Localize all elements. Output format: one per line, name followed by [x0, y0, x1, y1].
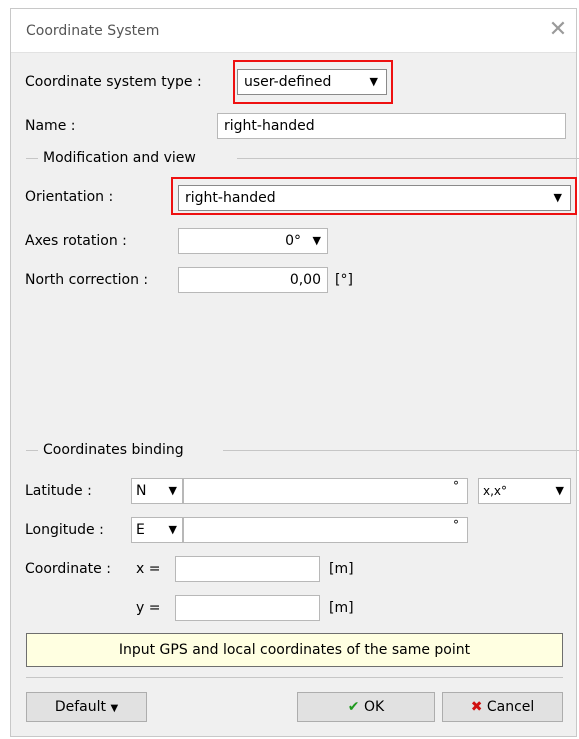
longitude-hemisphere-value: E — [136, 522, 145, 538]
cancel-button[interactable]: ✖ Cancel — [442, 692, 563, 722]
checkmark-icon: ✔ — [347, 699, 360, 715]
cancel-x-icon: ✖ — [470, 699, 483, 715]
name-input[interactable]: right-handed — [217, 113, 566, 139]
latitude-label: Latitude : — [25, 483, 92, 499]
default-button-label: Default — [54, 699, 106, 715]
group-line-left — [26, 158, 38, 159]
latitude-degree-symbol: ° — [453, 479, 459, 493]
chevron-down-icon: ▼ — [168, 484, 177, 497]
ok-button[interactable]: ✔ OK — [297, 692, 435, 722]
axes-rotation-label: Axes rotation : — [25, 233, 127, 249]
latitude-input[interactable]: ° — [183, 478, 468, 504]
north-correction-value: 0,00 — [289, 272, 321, 288]
chevron-down-icon: ▼ — [168, 523, 177, 536]
longitude-input[interactable]: ° — [183, 517, 468, 543]
highlight-box-orientation — [171, 177, 577, 215]
y-unit: [m] — [329, 600, 354, 616]
coordinate-format-value: x,x° — [483, 484, 508, 498]
x-unit: [m] — [329, 561, 354, 577]
coordinate-format-select[interactable]: x,x° ▼ — [478, 478, 571, 504]
name-label: Name : — [25, 118, 76, 134]
default-button[interactable]: Default ▼ — [26, 692, 147, 722]
close-icon[interactable]: ✕ — [547, 19, 569, 41]
coordinate-system-dialog: Coordinate System ✕ Coordinate system ty… — [10, 8, 579, 737]
north-correction-unit: [°] — [335, 272, 353, 288]
x-coordinate-input[interactable] — [175, 556, 320, 582]
name-value: right-handed — [224, 118, 315, 134]
coordinate-label: Coordinate : — [25, 561, 111, 577]
chevron-down-icon: ▼ — [312, 234, 321, 247]
longitude-hemisphere-select[interactable]: E ▼ — [131, 517, 183, 543]
y-label: y = — [136, 600, 161, 616]
group-line-left — [26, 450, 38, 451]
north-correction-input[interactable]: 0,00 — [178, 267, 328, 293]
latitude-hemisphere-value: N — [136, 483, 147, 499]
ok-button-label: OK — [363, 699, 385, 715]
longitude-degree-symbol: ° — [453, 518, 459, 532]
longitude-label: Longitude : — [25, 522, 104, 538]
cancel-button-label: Cancel — [486, 699, 535, 715]
y-coordinate-input[interactable] — [175, 595, 320, 621]
x-label: x = — [136, 561, 161, 577]
binding-group-title: Coordinates binding — [43, 442, 184, 458]
coord-type-label: Coordinate system type : — [25, 74, 202, 90]
modification-group-title: Modification and view — [43, 150, 196, 166]
chevron-down-icon: ▼ — [555, 484, 564, 497]
orientation-label: Orientation : — [25, 189, 114, 205]
latitude-hemisphere-select[interactable]: N ▼ — [131, 478, 183, 504]
axes-rotation-select[interactable]: 0° ▼ — [178, 228, 328, 254]
title-bar: Coordinate System ✕ — [11, 9, 576, 53]
chevron-down-icon: ▼ — [110, 703, 119, 714]
group-line-right — [223, 450, 579, 451]
dialog-title: Coordinate System — [26, 23, 160, 39]
gps-hint-box: Input GPS and local coordinates of the s… — [26, 633, 563, 667]
group-line-right — [237, 158, 579, 159]
axes-rotation-value: 0° — [285, 233, 301, 249]
north-correction-label: North correction : — [25, 272, 149, 288]
highlight-box-coord-type — [233, 60, 393, 104]
footer-separator — [26, 677, 563, 678]
